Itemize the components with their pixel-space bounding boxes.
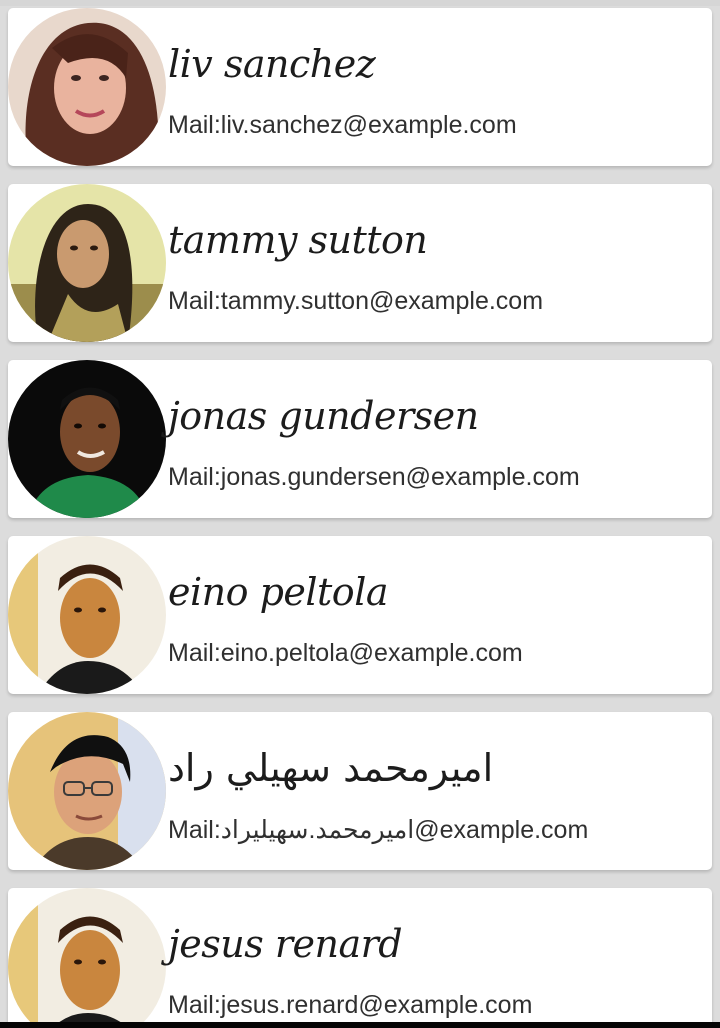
contact-list[interactable]: liv sanchez Mail:liv.sanchez@example.com…: [0, 0, 720, 1022]
avatar: [8, 536, 166, 694]
contact-card[interactable]: liv sanchez Mail:liv.sanchez@example.com: [8, 8, 712, 166]
avatar: [8, 8, 166, 166]
contact-email: Mail:eino.peltola@example.com: [168, 639, 523, 667]
contact-email: Mail:jesus.renard@example.com: [168, 991, 533, 1019]
contact-card[interactable]: jesus renard Mail:jesus.renard@example.c…: [8, 888, 712, 1022]
contact-email: Mail:اميرمحمد.سهيليراد@example.com: [168, 816, 589, 844]
contact-card[interactable]: jonas gundersen Mail:jonas.gundersen@exa…: [8, 360, 712, 518]
avatar: [8, 360, 166, 518]
contact-email: Mail:liv.sanchez@example.com: [168, 111, 517, 139]
contact-name: eino peltola: [168, 570, 389, 614]
avatar: [8, 184, 166, 342]
contact-name: اميرمحمد سهيلي راد: [168, 746, 494, 790]
contact-card[interactable]: eino peltola Mail:eino.peltola@example.c…: [8, 536, 712, 694]
navigation-bar-strip: [0, 1022, 720, 1028]
contact-name: jesus renard: [168, 922, 403, 966]
contact-card[interactable]: اميرمحمد سهيلي راد Mail:اميرمحمد.سهيليرا…: [8, 712, 712, 870]
avatar: [8, 888, 166, 1022]
contact-name: tammy sutton: [168, 218, 428, 262]
avatar: [8, 712, 166, 870]
contact-email: Mail:jonas.gundersen@example.com: [168, 463, 580, 491]
contact-card[interactable]: tammy sutton Mail:tammy.sutton@example.c…: [8, 184, 712, 342]
contact-name: jonas gundersen: [168, 394, 479, 438]
contact-name: liv sanchez: [168, 42, 376, 86]
contact-email: Mail:tammy.sutton@example.com: [168, 287, 544, 315]
